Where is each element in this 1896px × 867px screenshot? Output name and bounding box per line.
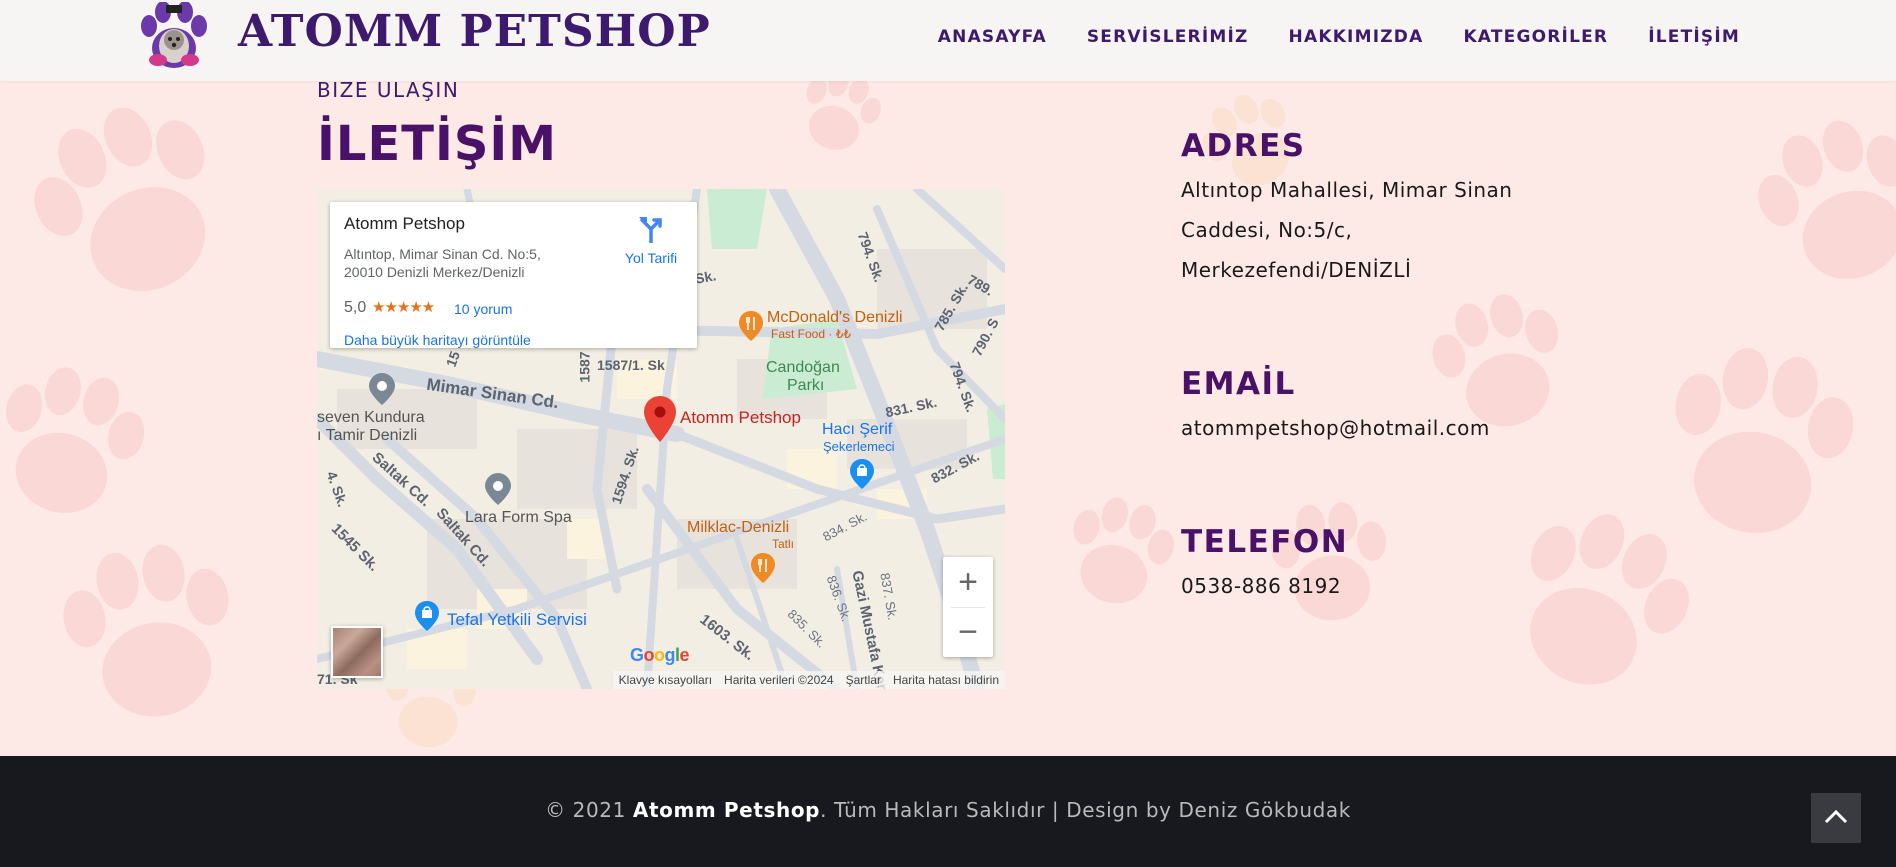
zoom-out-icon[interactable]: −: [943, 607, 993, 657]
address-line: Caddesi, No:5/c,: [1181, 218, 1353, 242]
directions-button[interactable]: Yol Tarifi: [616, 215, 686, 266]
footer: © 2021 Atomm Petshop. Tüm Hakları Saklıd…: [0, 756, 1896, 867]
poi-label: ı Tamir Denizli: [317, 427, 418, 444]
terms-link[interactable]: Şartlar: [846, 673, 881, 687]
park-label: Candoğan: [766, 359, 840, 376]
keyboard-shortcuts-link[interactable]: Klavye kısayolları: [619, 673, 712, 687]
page-title: İLETİŞİM: [317, 116, 558, 172]
back-to-top-button[interactable]: [1811, 793, 1861, 843]
section-eyebrow: BIZE ULAŞIN: [317, 78, 460, 102]
map-attribution: Klavye kısayolları Harita verileri ©2024…: [612, 671, 1005, 689]
place-icon[interactable]: [485, 473, 511, 509]
phone-block: TELEFON 0538-886 8192: [1181, 524, 1348, 606]
email-value[interactable]: atommpetshop@hotmail.com: [1181, 408, 1490, 448]
map-marker-icon[interactable]: [644, 396, 676, 446]
larger-map-link[interactable]: Daha büyük haritayı görüntüle: [344, 332, 531, 348]
nav-categories[interactable]: KATEGORİLER: [1463, 27, 1608, 47]
main-nav: ANASAYFA SERVİSLERİMİZ HAKKIMIZDA KATEGO…: [938, 27, 1740, 47]
address-line: Altıntop Mahallesi, Mimar Sinan: [1181, 178, 1513, 202]
phone-heading: TELEFON: [1181, 524, 1349, 560]
poi-label[interactable]: Milklac-Denizli: [687, 519, 789, 537]
map-data-text: Harita verileri ©2024: [724, 673, 834, 687]
address-line: Merkezefendi/DENİZLİ: [1181, 258, 1412, 282]
poi-label[interactable]: Lara Form Spa: [465, 509, 572, 527]
copyright-prefix: © 2021: [545, 798, 633, 822]
top-navbar: ATOMM PETSHOP ANASAYFA SERVİSLERİMİZ HAK…: [0, 0, 1896, 81]
poi-sublabel: Tatlı: [772, 537, 795, 551]
restaurant-icon[interactable]: [751, 553, 775, 587]
rating-stars: ★★★★★: [372, 299, 435, 316]
poi-sublabel: Fast Food · ₺₺: [771, 327, 851, 341]
place-name: Atomm Petshop: [344, 214, 465, 233]
brand-name[interactable]: ATOMM PETSHOP: [238, 6, 711, 57]
copyright-text: © 2021 Atomm Petshop. Tüm Hakları Saklıd…: [0, 798, 1896, 822]
place-rating: 5,0: [344, 299, 367, 316]
place-icon[interactable]: [369, 373, 395, 409]
reviews-link[interactable]: 10 yorum: [454, 301, 512, 317]
directions-icon: [638, 217, 664, 247]
directions-label: Yol Tarifi: [624, 250, 678, 266]
satellite-toggle[interactable]: [331, 626, 383, 678]
shopping-icon[interactable]: [415, 601, 439, 635]
poi-label[interactable]: Hacı Şerif: [822, 421, 892, 439]
poi-label[interactable]: Tefal Yetkili Servisi: [447, 610, 587, 630]
marker-label[interactable]: Atomm Petshop: [680, 408, 801, 428]
google-map[interactable]: Mimar Sinan Cd. seven Kundura ı Tamir De…: [317, 189, 1005, 689]
google-logo: Google: [630, 645, 690, 665]
chevron-up-icon: [1824, 808, 1848, 828]
place-info-card: Atomm Petshop Altıntop, Mimar Sinan Cd. …: [330, 202, 697, 348]
shopping-icon[interactable]: [850, 459, 874, 493]
phone-value[interactable]: 0538-886 8192: [1181, 566, 1348, 606]
zoom-in-icon[interactable]: +: [943, 557, 993, 607]
restaurant-icon[interactable]: [739, 311, 763, 345]
street-label: 1587/1. Sk: [597, 357, 665, 373]
poi-label: seven Kundura: [317, 409, 425, 426]
nav-home[interactable]: ANASAYFA: [938, 27, 1047, 47]
zoom-divider: [951, 607, 985, 608]
poi-label[interactable]: McDonald's Denizli: [767, 309, 903, 327]
poi-sublabel: Şekerlemeci: [823, 439, 895, 454]
report-error-link[interactable]: Harita hatası bildirin: [893, 673, 999, 687]
zoom-controls: + −: [943, 557, 993, 657]
copyright-suffix: . Tüm Hakları Saklıdır | Design by Deniz…: [820, 798, 1351, 822]
nav-services[interactable]: SERVİSLERİMİZ: [1087, 27, 1249, 47]
street-label: 1587: [576, 351, 593, 383]
nav-about[interactable]: HAKKIMIZDA: [1289, 27, 1424, 47]
park-label: Parkı: [787, 377, 825, 394]
logo-icon[interactable]: [138, 1, 210, 76]
email-block: EMAİL atommpetshop@hotmail.com: [1181, 366, 1490, 448]
place-address: Altıntop, Mimar Sinan Cd. No:5, 20010 De…: [344, 246, 541, 280]
address-heading: ADRES: [1181, 128, 1306, 164]
address-block: ADRES Altıntop Mahallesi, Mimar Sinan Ca…: [1181, 128, 1513, 290]
nav-contact[interactable]: İLETİŞİM: [1648, 27, 1740, 47]
footer-brand[interactable]: Atomm Petshop: [633, 798, 820, 822]
email-heading: EMAİL: [1181, 366, 1296, 402]
